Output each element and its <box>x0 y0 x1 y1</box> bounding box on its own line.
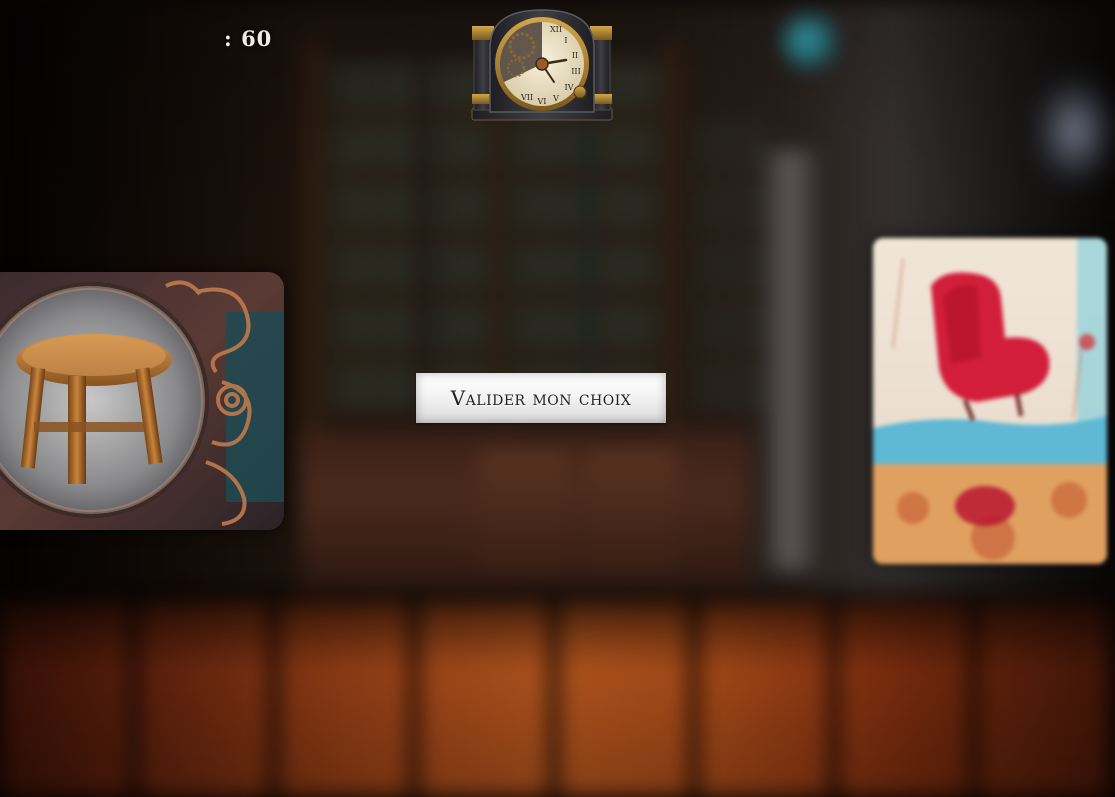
svg-text:II: II <box>572 51 578 60</box>
antique-clock-icon: I II III IV V VI VII XII <box>470 8 614 122</box>
svg-text:III: III <box>571 67 580 76</box>
bookcase <box>690 120 770 420</box>
validate-choice-button[interactable]: Valider mon choix <box>416 373 666 423</box>
game-scene: : 60 I II III IV V VI VII XII Valider mo… <box>0 0 1115 797</box>
timer: : 60 <box>224 26 273 51</box>
card-red-chair[interactable] <box>873 238 1107 564</box>
light-column <box>760 150 820 570</box>
cabinet-door <box>585 450 675 570</box>
window-light <box>1030 70 1115 190</box>
cabinet-door <box>480 450 570 570</box>
teal-orb <box>783 15 835 67</box>
svg-text:VI: VI <box>537 97 547 106</box>
svg-text:IV: IV <box>565 83 574 92</box>
card-wooden-stool[interactable] <box>0 272 284 530</box>
svg-text:XII: XII <box>550 25 562 34</box>
floor-shadow <box>0 590 1115 670</box>
svg-text:V: V <box>552 94 559 103</box>
svg-text:I: I <box>564 36 567 45</box>
bookcase <box>330 60 420 420</box>
svg-text:VII: VII <box>520 93 533 102</box>
